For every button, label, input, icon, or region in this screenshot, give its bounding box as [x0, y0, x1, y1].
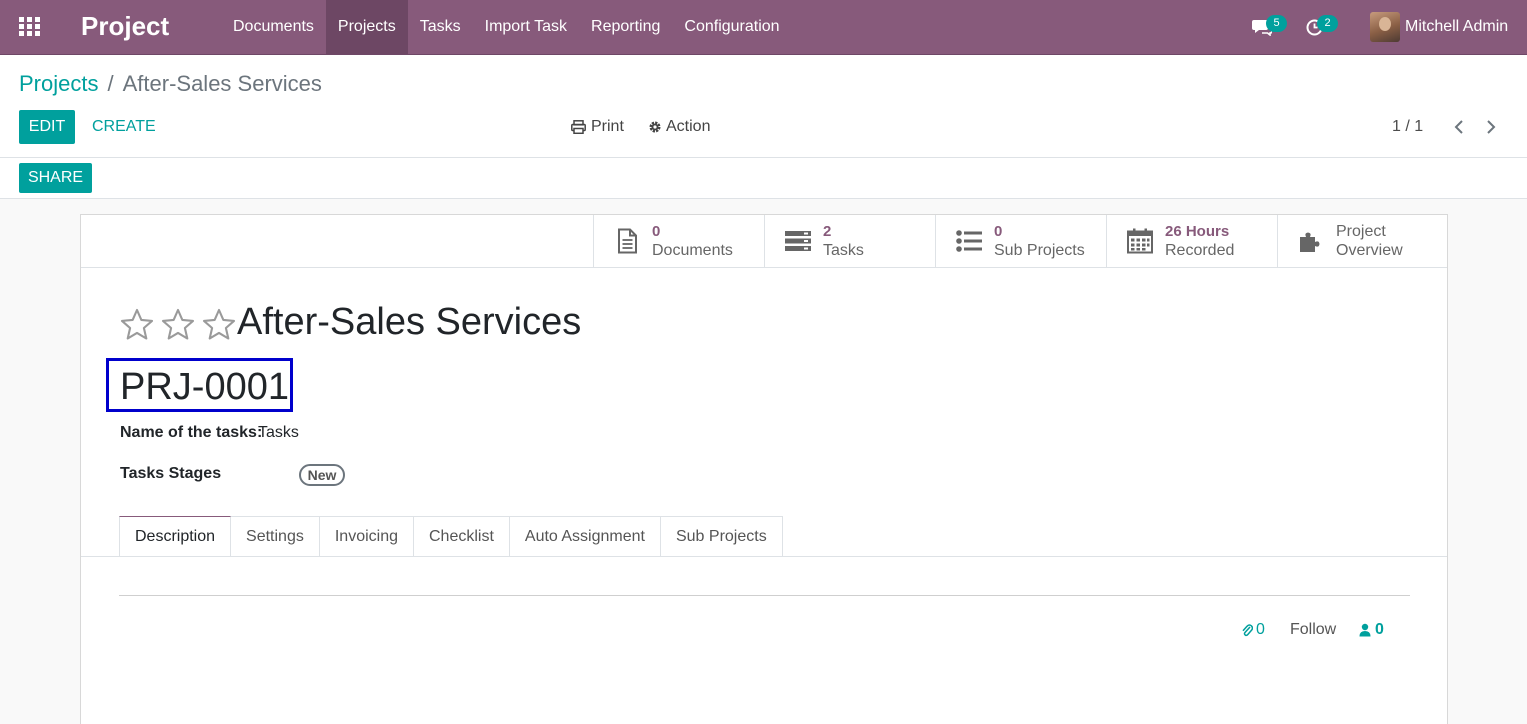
- messages-systray[interactable]: 5: [1250, 0, 1290, 54]
- print-label: Print: [591, 118, 624, 135]
- menu-documents[interactable]: Documents: [221, 0, 326, 54]
- star-icon[interactable]: [201, 307, 237, 343]
- project-overview-label-2: Overview: [1336, 242, 1403, 259]
- project-code[interactable]: PRJ-0001: [120, 366, 289, 409]
- create-button[interactable]: CREATE: [92, 118, 156, 136]
- user-icon: [1359, 623, 1371, 637]
- document-icon: [618, 228, 637, 254]
- print-icon: [571, 120, 586, 134]
- avatar: [1370, 12, 1400, 42]
- action-label: Action: [666, 118, 711, 135]
- attachments-count: 0: [1256, 621, 1265, 638]
- stage-tag-new[interactable]: New: [299, 464, 345, 486]
- breadcrumb-projects-link[interactable]: Projects: [19, 71, 98, 97]
- sub-projects-label: Sub Projects: [994, 242, 1085, 259]
- star-icon[interactable]: [119, 307, 155, 343]
- tab-invoicing[interactable]: Invoicing: [319, 516, 414, 557]
- menu-import-task[interactable]: Import Task: [473, 0, 579, 54]
- tab-description[interactable]: Description: [119, 516, 232, 557]
- app-brand[interactable]: Project: [81, 11, 169, 42]
- smart-button-box: 0 Documents 2 Tasks 0 Sub Projects 26 Ho…: [593, 215, 1448, 267]
- sub-projects-smart-button[interactable]: 0 Sub Projects: [935, 215, 1106, 267]
- project-overview-label-1: Project: [1336, 223, 1386, 240]
- tasks-name-value[interactable]: Tasks: [258, 424, 299, 442]
- notebook-tabs: Description Settings Invoicing Checklist…: [119, 516, 783, 557]
- menu-projects[interactable]: Projects: [325, 0, 408, 54]
- tasks-count: 2: [823, 223, 832, 240]
- breadcrumb-separator: /: [107, 71, 114, 96]
- calendar-icon: [1127, 228, 1153, 254]
- tasks-smart-button[interactable]: 2 Tasks: [764, 215, 935, 267]
- menu-reporting[interactable]: Reporting: [579, 0, 672, 54]
- control-panel: Projects / After-Sales Services EDIT CRE…: [0, 55, 1527, 158]
- gear-icon: [649, 121, 661, 133]
- follow-button[interactable]: Follow: [1290, 621, 1336, 639]
- chatter-divider: [119, 595, 1410, 596]
- user-menu[interactable]: Mitchell Admin: [1370, 12, 1508, 42]
- print-dropdown[interactable]: Print: [571, 118, 624, 136]
- tab-settings[interactable]: Settings: [231, 516, 320, 557]
- action-dropdown[interactable]: Action: [648, 118, 710, 136]
- attachments-button[interactable]: 0: [1241, 621, 1265, 639]
- documents-label: Documents: [652, 242, 733, 259]
- tab-checklist[interactable]: Checklist: [414, 516, 510, 557]
- priority-stars: [119, 307, 242, 343]
- form-statusbar: SHARE: [0, 158, 1527, 199]
- followers-count: 0: [1375, 621, 1384, 638]
- tasks-stages-label: Tasks Stages: [120, 465, 222, 482]
- documents-smart-button[interactable]: 0 Documents: [593, 215, 764, 267]
- tasks-icon: [785, 231, 811, 251]
- main-menu: Documents Projects Tasks Import Task Rep…: [221, 0, 792, 54]
- followers-button[interactable]: 0: [1359, 621, 1384, 639]
- top-navbar: Project Documents Projects Tasks Import …: [0, 0, 1527, 55]
- puzzle-icon: [1300, 232, 1320, 252]
- activities-count-badge: 2: [1317, 15, 1338, 32]
- recorded-hours-value: 26 Hours: [1165, 223, 1230, 240]
- paperclip-icon: [1242, 624, 1253, 637]
- tab-sub-projects[interactable]: Sub Projects: [660, 516, 783, 557]
- list-icon: [956, 230, 982, 252]
- project-overview-smart-button[interactable]: Project Overview: [1277, 215, 1448, 267]
- form-sheet: 0 Documents 2 Tasks 0 Sub Projects 26 Ho…: [80, 214, 1448, 724]
- apps-menu-icon[interactable]: [19, 17, 41, 37]
- tabs-divider: [81, 556, 1447, 557]
- star-icon[interactable]: [160, 307, 196, 343]
- recorded-hours-smart-button[interactable]: 26 Hours Recorded: [1106, 215, 1277, 267]
- recorded-hours-label: Recorded: [1165, 242, 1235, 259]
- tasks-name-label: Name of the tasks:: [120, 424, 263, 441]
- user-name: Mitchell Admin: [1405, 18, 1509, 35]
- documents-count: 0: [652, 223, 661, 240]
- button-box-divider: [81, 267, 1447, 268]
- tasks-label: Tasks: [823, 242, 864, 259]
- share-button[interactable]: SHARE: [19, 163, 92, 193]
- pager-next-icon[interactable]: [1483, 118, 1499, 136]
- activities-systray[interactable]: 2: [1305, 0, 1345, 54]
- breadcrumb-current: After-Sales Services: [122, 71, 322, 96]
- tab-auto-assignment[interactable]: Auto Assignment: [509, 516, 661, 557]
- sub-projects-count: 0: [994, 223, 1003, 240]
- menu-configuration[interactable]: Configuration: [672, 0, 791, 54]
- menu-tasks[interactable]: Tasks: [408, 0, 473, 54]
- breadcrumb: Projects / After-Sales Services: [19, 71, 322, 97]
- edit-button[interactable]: EDIT: [19, 110, 75, 144]
- project-title[interactable]: After-Sales Services: [237, 301, 581, 344]
- pager-previous-icon[interactable]: [1451, 118, 1467, 136]
- pager-value[interactable]: 1 / 1: [1392, 118, 1423, 136]
- messages-count-badge: 5: [1266, 15, 1287, 32]
